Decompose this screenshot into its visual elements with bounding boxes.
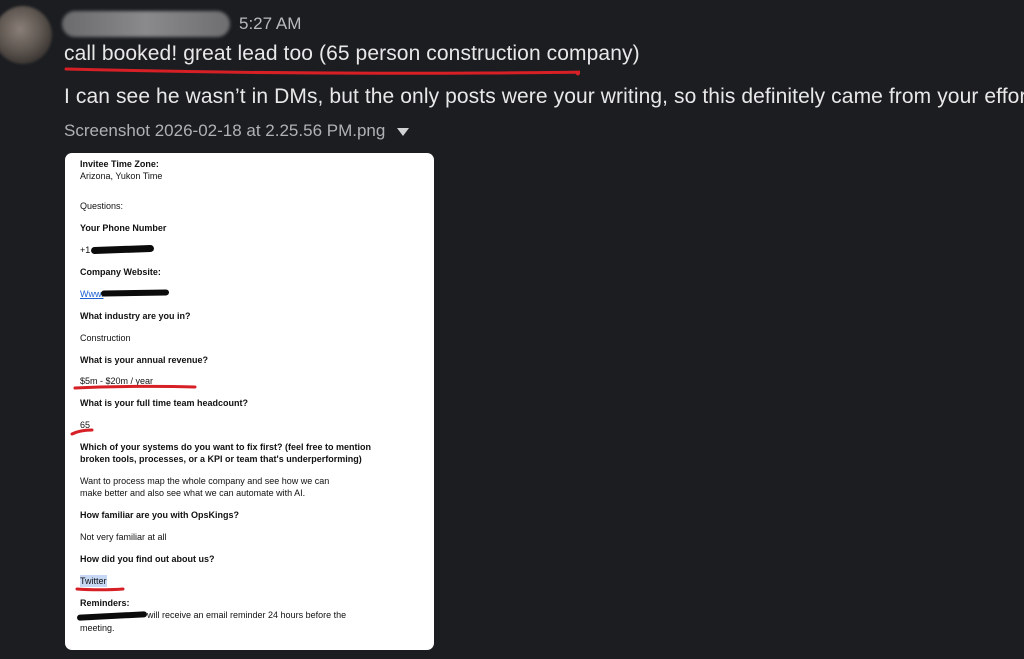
form-label: Company Website: (80, 267, 161, 277)
redaction-scribble (100, 289, 170, 297)
form-value: Not very familiar at all (80, 532, 167, 542)
form-value: +1 (80, 245, 91, 255)
sender-name-redacted[interactable] (62, 11, 230, 37)
red-underline-annotation (73, 384, 197, 390)
attachment-image[interactable]: Invitee Time Zone: Arizona, Yukon Time Q… (65, 153, 434, 650)
form-value: Arizona, Yukon Time (80, 171, 163, 181)
form-value: Want to process map the whole company an… (80, 476, 330, 486)
form-label: What is your annual revenue? (80, 355, 209, 365)
form-label: Invitee Time Zone: (80, 159, 159, 169)
message-line-2: I can see he wasn’t in DMs, but the only… (64, 85, 1024, 108)
form-value: will receive an email reminder 24 hours … (147, 610, 347, 620)
form-label: What industry are you in? (80, 311, 191, 321)
red-underline-annotation (75, 587, 125, 592)
redaction-scribble (90, 244, 155, 255)
avatar[interactable] (0, 6, 52, 64)
form-value: make better and also see what we can aut… (80, 488, 306, 498)
message-line-1: call booked! great lead too (65 person c… (64, 42, 640, 65)
form-label: Which of your systems do you want to fix… (80, 442, 372, 452)
form-link[interactable]: Www. (80, 288, 104, 300)
message-timestamp[interactable]: 5:27 AM (239, 14, 301, 34)
form-label: How familiar are you with OpsKings? (80, 510, 240, 520)
attachment-filename[interactable]: Screenshot 2026-02-18 at 2.25.56 PM.png (64, 121, 385, 141)
form-section: Questions: (80, 201, 124, 211)
attachment-header[interactable]: Screenshot 2026-02-18 at 2.25.56 PM.png (64, 121, 410, 141)
red-underline-annotation (70, 428, 94, 436)
form-label: Reminders: (80, 598, 130, 608)
chevron-down-icon[interactable] (397, 128, 410, 136)
form-value: Construction (80, 333, 131, 343)
form-label: How did you find out about us? (80, 554, 215, 564)
form-label: Your Phone Number (80, 223, 167, 233)
redaction-scribble (76, 611, 148, 621)
form-label: What is your full time team headcount? (80, 398, 249, 408)
form-label: broken tools, processes, or a KPI or tea… (80, 454, 362, 464)
form-value: meeting. (80, 623, 115, 633)
red-underline-annotation (64, 67, 580, 76)
